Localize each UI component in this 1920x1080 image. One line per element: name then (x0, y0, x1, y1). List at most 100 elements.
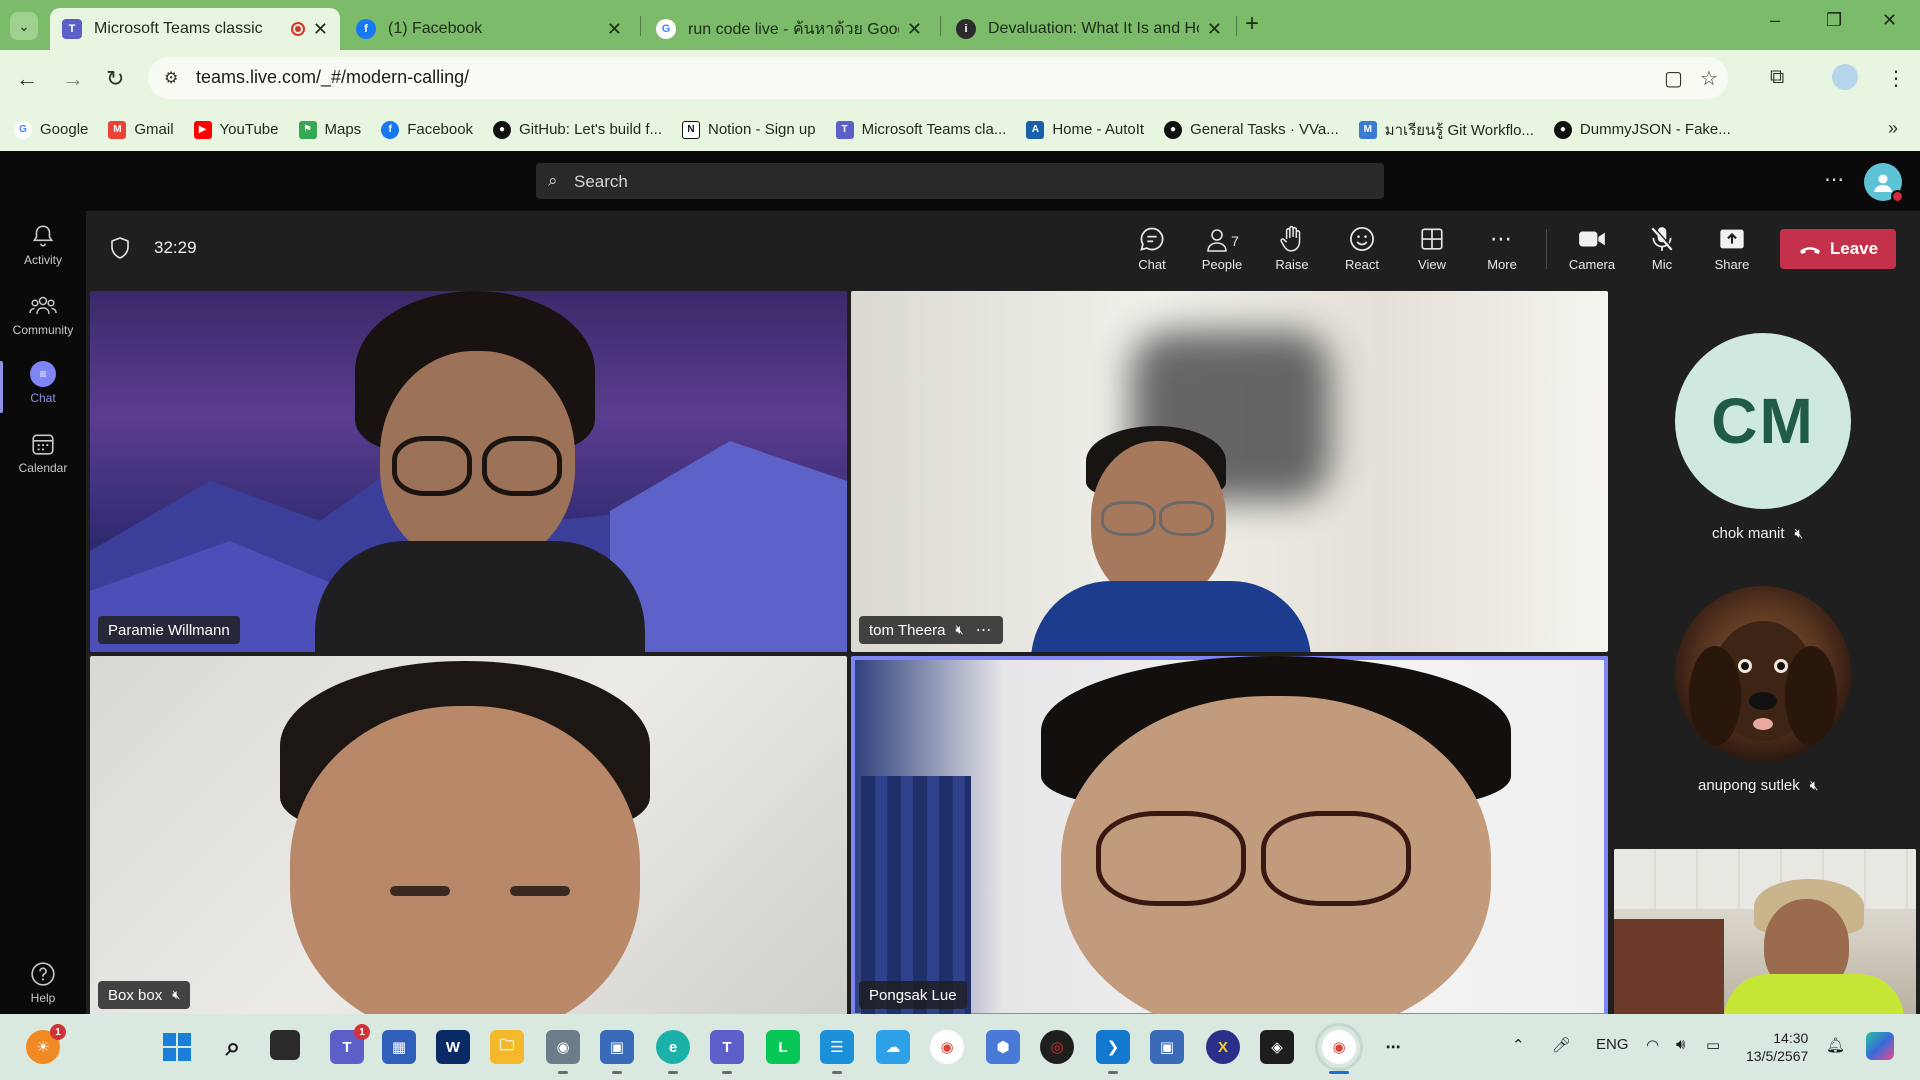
bookmark-star-icon[interactable]: ☆ (1700, 66, 1718, 91)
chrome-icon[interactable]: ◉ (930, 1030, 964, 1064)
chevron-up-icon[interactable]: ⌃ (1512, 1036, 1525, 1054)
close-tab-icon[interactable]: ✕ (907, 19, 922, 40)
bookmarks-overflow-icon[interactable]: » (1888, 118, 1898, 139)
user-avatar[interactable] (1864, 163, 1904, 203)
webex-icon[interactable]: W (436, 1030, 470, 1064)
avatar-chok-manit[interactable]: CM (1675, 333, 1851, 509)
edge-icon[interactable]: e (656, 1030, 690, 1074)
mic-button[interactable]: Mic (1630, 225, 1694, 272)
react-button[interactable]: React (1330, 225, 1394, 272)
extensions-icon[interactable]: ⧉ (1770, 66, 1784, 89)
search-input[interactable]: ⌕ Search (536, 163, 1384, 199)
bookmark-autoit[interactable]: A Home - AutoIt (1026, 120, 1144, 139)
rail-item-community[interactable]: Community (0, 293, 86, 337)
meeting-controls-bar: 32:29 Chat 7 People Raise React View ⋯ M… (86, 211, 1920, 286)
new-tab-button[interactable]: + (1245, 10, 1259, 38)
teams-chat-icon[interactable]: T1 (330, 1024, 370, 1064)
video-tile-pongsak-lue[interactable]: Pongsak Lue (851, 656, 1608, 1017)
antivirus-icon[interactable]: ◎ (1040, 1030, 1074, 1064)
vscode-icon[interactable]: ❯ (1096, 1030, 1130, 1074)
task-view-icon[interactable] (270, 1030, 300, 1060)
rail-item-help[interactable]: Help (0, 961, 86, 1005)
reload-button[interactable]: ↻ (106, 66, 124, 92)
rail-item-calendar[interactable]: Calendar (0, 431, 86, 475)
rail-item-chat[interactable]: ≡ Chat (0, 361, 86, 413)
share-button[interactable]: Share (1700, 225, 1764, 272)
hexagon-app-icon[interactable]: ⬢ (986, 1030, 1020, 1064)
volume-icon[interactable]: 🔊︎ (1676, 1036, 1685, 1053)
battery-icon[interactable]: ▭ (1706, 1036, 1720, 1054)
chrome-active-icon[interactable]: ◉ (1315, 1023, 1363, 1074)
video-tile-box-box[interactable]: Box box 🔇︎ (90, 656, 847, 1017)
microphone-tray-icon[interactable]: 🎤︎ (1552, 1036, 1571, 1054)
bookmark-teams[interactable]: T Microsoft Teams cla... (835, 120, 1006, 139)
avatar-anupong-sutlek[interactable] (1675, 586, 1851, 762)
address-bar[interactable]: ⚙ teams.live.com/_#/modern-calling/ ▢ ☆ (148, 57, 1728, 99)
restore-button[interactable]: ❐ (1826, 10, 1842, 31)
widgets-icon[interactable]: ☀ 1 (26, 1024, 66, 1064)
wifi-icon[interactable]: ◠ (1646, 1036, 1659, 1054)
copilot-icon[interactable] (1866, 1032, 1894, 1060)
remote-app-icon[interactable]: ▣ (1150, 1030, 1184, 1064)
settings-more-icon[interactable]: ⋯ (1824, 167, 1845, 192)
bookmark-gmail[interactable]: M Gmail (108, 120, 174, 139)
video-tile-tom-theera[interactable]: tom Theera 🔇︎ ⋯ (851, 291, 1608, 652)
tab-devaluation[interactable]: i Devaluation: What It Is and How ✕ (944, 8, 1234, 50)
bookmark-general-tasks[interactable]: ● General Tasks · VVa... (1164, 120, 1339, 139)
camera-app-icon[interactable]: ◉ (546, 1030, 580, 1074)
tab-teams[interactable]: T Microsoft Teams classic ✕ (50, 8, 340, 50)
close-window-button[interactable]: ✕ (1882, 10, 1897, 31)
bookmark-notion[interactable]: N Notion - Sign up (682, 120, 816, 139)
participant-more-icon[interactable]: ⋯ (976, 620, 993, 640)
notepad-icon[interactable]: ☰ (820, 1030, 854, 1074)
bookmark-maps[interactable]: ⚑ Maps (298, 120, 361, 139)
people-button[interactable]: 7 People (1190, 225, 1254, 272)
tab-google-search[interactable]: G run code live - ค้นหาด้วย Google ✕ (644, 8, 934, 50)
clock[interactable]: 14:30 13/5/2567 (1746, 1029, 1808, 1065)
weather-app-icon[interactable]: ☁ (876, 1030, 910, 1064)
figma-icon[interactable]: ◈ (1260, 1030, 1294, 1064)
forward-button[interactable]: → (62, 66, 84, 92)
line-icon[interactable]: L (766, 1030, 800, 1064)
browser-menu-icon[interactable]: ⋮ (1886, 66, 1906, 91)
start-button[interactable] (160, 1030, 194, 1064)
bookmark-google[interactable]: G Google (14, 120, 88, 139)
leave-button[interactable]: Leave (1780, 229, 1896, 269)
xampp-icon[interactable]: X (1206, 1030, 1240, 1064)
taskbar-overflow-icon[interactable]: ⋯ (1376, 1030, 1410, 1064)
tab-search-button[interactable]: ⌄ (10, 12, 38, 40)
teams-icon[interactable]: T (710, 1030, 744, 1074)
browser-toolbar: ← → ↻ ⚙ teams.live.com/_#/modern-calling… (0, 50, 1920, 108)
file-explorer-icon[interactable]: 🗀︎ (490, 1030, 524, 1064)
glasses-right (482, 436, 562, 496)
bookmark-github[interactable]: ● GitHub: Let's build f... (493, 120, 662, 139)
self-video-preview[interactable] (1614, 849, 1916, 1015)
view-button[interactable]: View (1400, 225, 1464, 272)
url-text[interactable]: teams.live.com/_#/modern-calling/ (196, 67, 469, 88)
profile-avatar[interactable] (1832, 64, 1858, 90)
video-tile-paramie-willmann[interactable]: Paramie Willmann (90, 291, 847, 652)
minimize-button[interactable]: – (1770, 10, 1780, 31)
bookmark-youtube[interactable]: ▶ YouTube (193, 120, 279, 139)
search-icon[interactable]: ⌕ (216, 1030, 250, 1064)
close-tab-icon[interactable]: ✕ (1207, 19, 1222, 40)
shield-icon[interactable] (110, 237, 130, 265)
rail-item-activity[interactable]: Activity (0, 223, 86, 267)
bookmark-git-workflow[interactable]: M มาเรียนรู้ Git Workflo... (1358, 118, 1534, 142)
store-icon[interactable]: ▦ (382, 1030, 416, 1064)
camera-permission-icon[interactable]: ▢ (1664, 66, 1683, 91)
bookmark-dummyjson[interactable]: ● DummyJSON - Fake... (1553, 120, 1731, 139)
remote-desktop-icon[interactable]: ▣ (600, 1030, 634, 1074)
chat-button[interactable]: Chat (1120, 225, 1184, 272)
language-indicator[interactable]: ENG (1596, 1036, 1629, 1053)
back-button[interactable]: ← (16, 66, 38, 92)
camera-button[interactable]: Camera (1560, 225, 1624, 272)
close-tab-icon[interactable]: ✕ (607, 19, 622, 40)
bookmark-facebook[interactable]: f Facebook (381, 120, 473, 139)
tab-facebook[interactable]: f (1) Facebook ✕ (344, 8, 634, 50)
close-tab-icon[interactable]: ✕ (313, 19, 328, 40)
raise-hand-button[interactable]: Raise (1260, 225, 1324, 272)
site-info-icon[interactable]: ⚙ (164, 68, 178, 88)
more-button[interactable]: ⋯ More (1470, 225, 1534, 272)
notification-center-icon[interactable]: 🔔︎ (1826, 1036, 1845, 1054)
